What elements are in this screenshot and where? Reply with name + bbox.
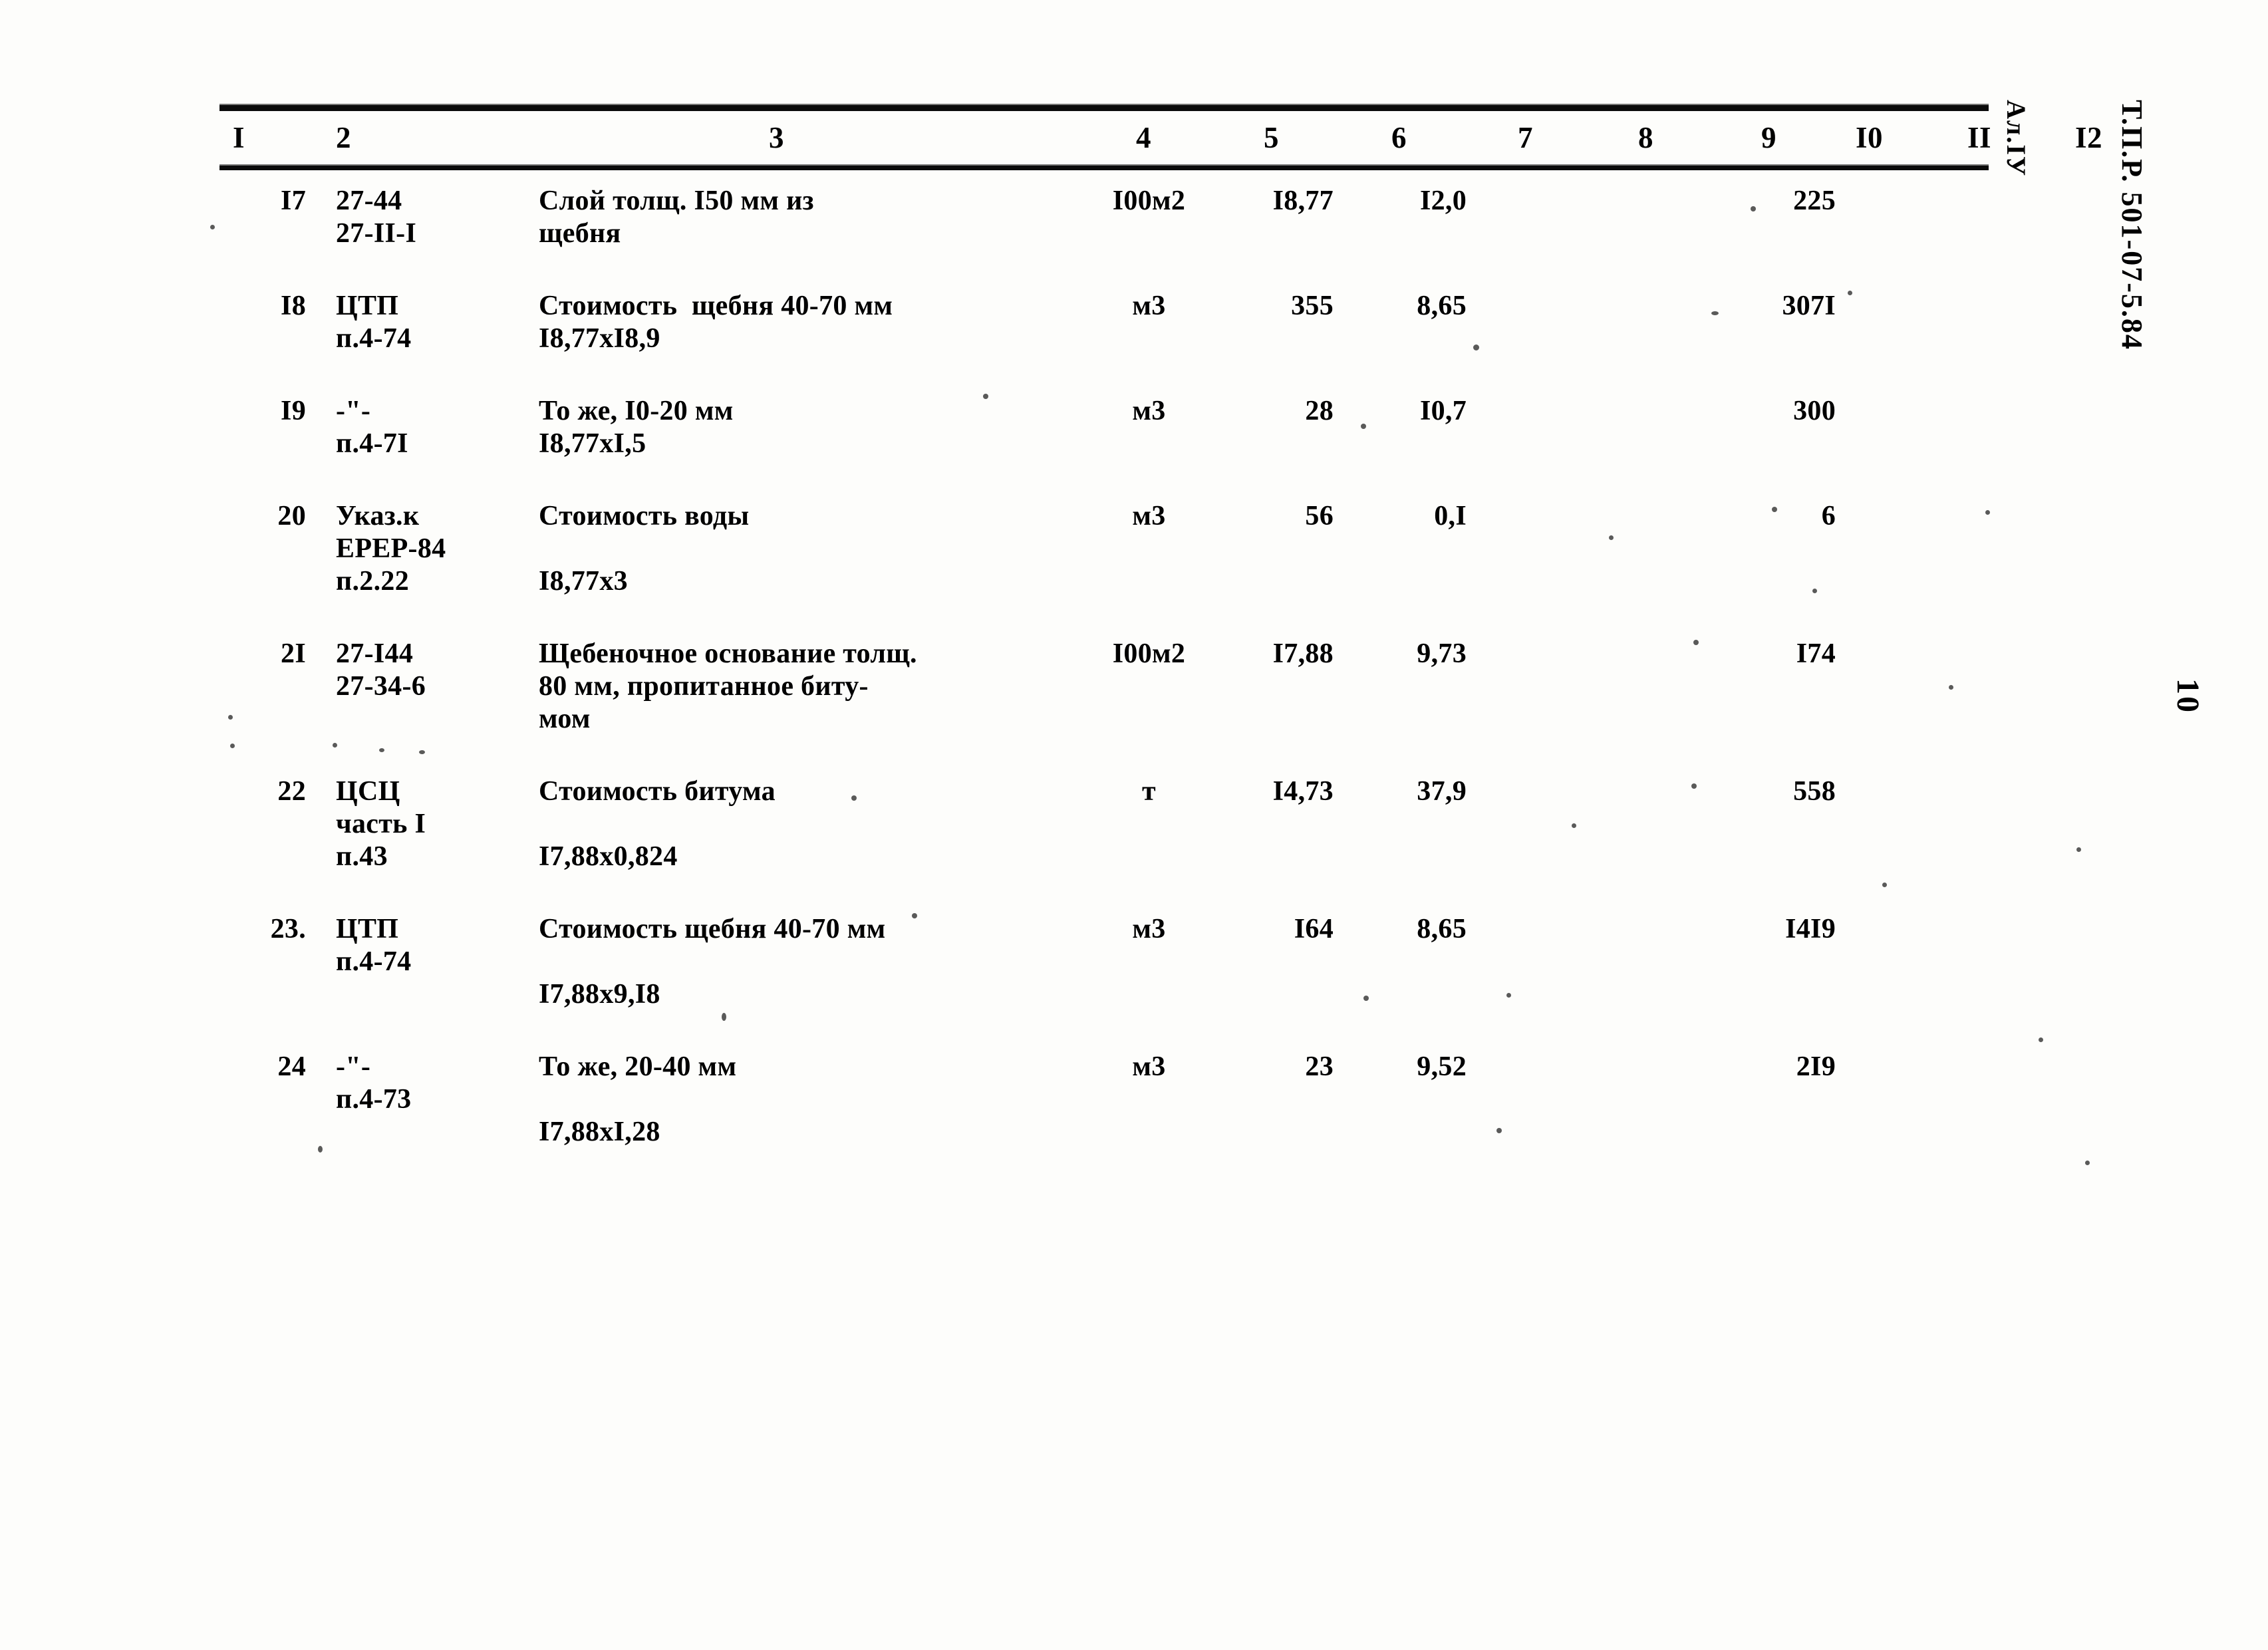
- row-quantity: 28: [1305, 396, 1334, 426]
- row-unit-price: I2,0: [1419, 186, 1467, 216]
- row-unit-price: 8,65: [1417, 914, 1467, 944]
- row-unit-price: 9,52: [1417, 1051, 1467, 1082]
- row-total: I74: [1796, 638, 1836, 669]
- row-code: 27-44 27-II-I: [336, 186, 417, 249]
- row-quantity: 355: [1291, 291, 1334, 321]
- row-unit: I00м2: [1112, 186, 1186, 216]
- column-header-4: 4: [1136, 121, 1151, 154]
- row-code: ЦТП п.4-74: [336, 914, 412, 977]
- row-code: 27-I44 27-34-6: [336, 638, 426, 702]
- row-unit: т: [1142, 776, 1156, 807]
- table-row: 22 ЦСЦ часть I п.43 Стоимость битума I7,88…: [219, 775, 1989, 901]
- row-unit-price: 9,73: [1417, 638, 1467, 669]
- scanned-page: I 2 3 4 5 6 7 8 9 I0 II I2 I7 27-44 27-II…: [0, 0, 2268, 1650]
- row-total: 558: [1793, 776, 1836, 807]
- column-header-2: 2: [336, 121, 351, 154]
- row-description: То же, I0-20 мм I8,77xI,5: [539, 396, 734, 459]
- row-quantity: I8,77: [1272, 186, 1334, 216]
- table-row: I7 27-44 27-II-I Слой толщ. I50 мм из щебн…: [219, 185, 1989, 278]
- column-header-1: I: [233, 121, 245, 154]
- row-description: Стоимость щебня 40-70 мм I8,77xI8,9: [539, 291, 893, 354]
- row-unit-price: 37,9: [1417, 776, 1467, 807]
- row-number: I9: [281, 396, 306, 426]
- column-header-8: 8: [1638, 121, 1653, 154]
- row-quantity: 56: [1305, 501, 1334, 531]
- table-row: 2I 27-I44 27-34-6 Щебеночное основание тол…: [219, 638, 1989, 763]
- scan-speck: [2076, 847, 2081, 852]
- row-code: -"- п.4-73: [336, 1051, 412, 1115]
- column-header-10: I0: [1856, 121, 1884, 154]
- row-number: 22: [277, 776, 306, 807]
- row-code: ЦСЦ часть I п.43: [336, 776, 426, 872]
- table-row: 23. ЦТП п.4-74 Стоимость щебня 40-70 мм I7…: [219, 913, 1989, 1039]
- table-row: 24 -"- п.4-73 То же, 20-40 мм I7,88xI,28 м3…: [219, 1051, 1989, 1176]
- scan-speck: [2085, 1161, 2090, 1165]
- row-number: 20: [277, 501, 306, 531]
- estimate-table: I 2 3 4 5 6 7 8 9 I0 II I2 I7 27-44 27-II…: [219, 104, 2102, 1188]
- row-code: Указ.к ЕРЕР-84 п.2.22: [336, 501, 446, 597]
- row-total: I4I9: [1785, 914, 1836, 944]
- row-quantity: I64: [1294, 914, 1334, 944]
- row-number: 23.: [270, 914, 306, 944]
- row-unit: I00м2: [1112, 638, 1186, 669]
- row-number: 24: [277, 1051, 306, 1082]
- row-total: 307I: [1782, 291, 1836, 321]
- row-number: I8: [281, 291, 306, 321]
- row-total: 2I9: [1796, 1051, 1836, 1082]
- table-body: I7 27-44 27-II-I Слой толщ. I50 мм из щебн…: [219, 170, 1989, 1176]
- table-row: 20 Указ.к ЕРЕР-84 п.2.22 Стоимость воды I8…: [219, 500, 1989, 626]
- table-row: I8 ЦТП п.4-74 Стоимость щебня 40-70 мм I8,…: [219, 290, 1989, 383]
- row-total: 300: [1793, 396, 1836, 426]
- row-unit-price: 8,65: [1417, 291, 1467, 321]
- row-unit: м3: [1132, 291, 1166, 321]
- row-description: Стоимость щебня 40-70 мм I7,88x9,I8: [539, 914, 886, 1010]
- imprint-album: Ал.IУ: [2001, 100, 2031, 178]
- row-quantity: 23: [1305, 1051, 1334, 1082]
- table-header-row: I 2 3 4 5 6 7 8 9 I0 II I2: [219, 111, 2102, 166]
- row-unit-price: I0,7: [1419, 396, 1467, 426]
- row-unit: м3: [1132, 501, 1166, 531]
- scan-speck: [210, 225, 215, 229]
- row-code: -"- п.4-7I: [336, 396, 408, 459]
- row-code: ЦТП п.4-74: [336, 291, 412, 354]
- table-top-rule: [219, 104, 1989, 111]
- row-description: Слой толщ. I50 мм из щебня: [539, 186, 814, 249]
- row-unit: м3: [1132, 396, 1166, 426]
- row-quantity: I7,88: [1272, 638, 1334, 669]
- column-header-3: 3: [769, 121, 784, 154]
- column-header-6: 6: [1391, 121, 1407, 154]
- row-total: 225: [1793, 186, 1836, 216]
- row-description: Стоимость воды I8,77x3: [539, 501, 750, 597]
- row-unit-price: 0,I: [1434, 501, 1467, 531]
- column-header-5: 5: [1264, 121, 1279, 154]
- row-description: Щебеночное основание толщ. 80 мм, пропит…: [539, 638, 917, 734]
- row-number: 2I: [281, 638, 306, 669]
- row-total: 6: [1821, 501, 1836, 531]
- row-description: То же, 20-40 мм I7,88xI,28: [539, 1051, 737, 1147]
- column-header-7: 7: [1518, 121, 1533, 154]
- imprint-series: Т.П.Р. 501-07-5.84: [2116, 100, 2148, 350]
- table-row: I9 -"- п.4-7I То же, I0-20 мм I8,77xI,5 м3 2…: [219, 395, 1989, 488]
- table-header-rule: [219, 164, 1989, 170]
- column-header-9: 9: [1761, 121, 1776, 154]
- row-number: I7: [281, 186, 306, 216]
- page-number: 10: [2170, 678, 2205, 714]
- row-unit: м3: [1132, 1051, 1166, 1082]
- row-description: Стоимость битума I7,88x0,824: [539, 776, 776, 872]
- row-unit: м3: [1132, 914, 1166, 944]
- row-quantity: I4,73: [1272, 776, 1334, 807]
- scan-speck: [2039, 1037, 2043, 1042]
- document-imprint: Т.П.Р. 501-07-5.84 Ал.IУ: [1919, 100, 2228, 350]
